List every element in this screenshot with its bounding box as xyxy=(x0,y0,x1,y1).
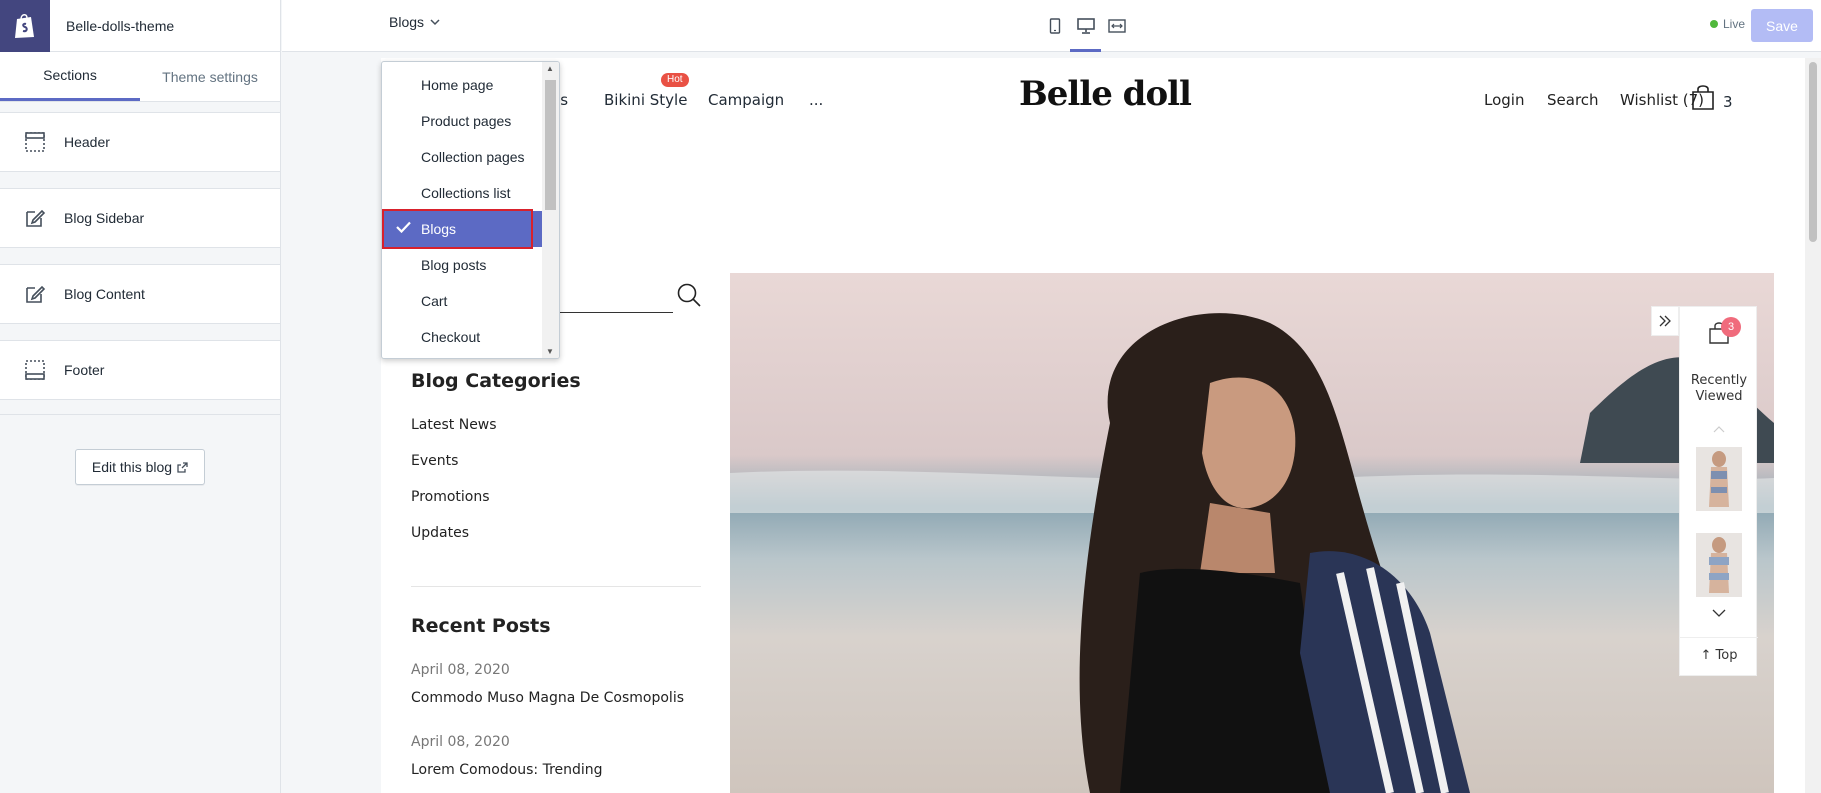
edit-blog-label: Edit this blog xyxy=(91,459,173,475)
tab-theme-settings[interactable]: Theme settings xyxy=(140,52,280,101)
tab-sections[interactable]: Sections xyxy=(0,52,140,101)
category-link[interactable]: Updates xyxy=(411,525,469,541)
chevron-down-icon[interactable] xyxy=(1712,609,1726,618)
shopify-logo[interactable] xyxy=(0,0,50,52)
section-footer[interactable]: Footer xyxy=(0,340,280,400)
save-button[interactable]: Save xyxy=(1751,9,1813,42)
dropdown-option[interactable]: Checkout xyxy=(382,319,543,355)
dropdown-option[interactable]: Home page xyxy=(382,67,543,103)
status-label: Live xyxy=(1723,17,1746,31)
recently-viewed-title-line2: Viewed xyxy=(1695,389,1743,404)
post-title-link[interactable]: Commodo Muso Magna De Cosmopolis xyxy=(411,690,684,706)
double-chevron-right-icon xyxy=(1659,315,1671,327)
preview-scrollbar[interactable] xyxy=(1805,58,1821,793)
recently-viewed-title: Recently Viewed xyxy=(1680,373,1758,405)
recently-viewed-product-thumb[interactable] xyxy=(1696,447,1742,511)
header-layout-icon xyxy=(22,129,48,155)
blog-hero-image[interactable] xyxy=(730,273,1774,793)
hot-badge: Hot xyxy=(661,73,689,87)
recently-viewed-count-badge: 3 xyxy=(1721,317,1741,337)
nav-search[interactable]: Search xyxy=(1547,91,1599,109)
recent-posts-heading: Recent Posts xyxy=(411,615,551,637)
template-selected-label: Blogs xyxy=(389,14,425,30)
edit-icon xyxy=(22,205,48,231)
section-blog-content[interactable]: Blog Content xyxy=(0,264,280,324)
device-switcher xyxy=(1039,0,1132,52)
theme-name: Belle-dolls-theme xyxy=(66,17,175,34)
shopify-bag-icon xyxy=(15,13,34,38)
dropdown-option[interactable]: Collection pages xyxy=(382,139,543,175)
editor-topbar: Blogs Live Save xyxy=(282,0,1821,52)
cart-bag-icon[interactable] xyxy=(1691,84,1715,110)
top-label: Top xyxy=(1715,648,1738,663)
dropdown-option[interactable]: Collections list xyxy=(382,175,543,211)
store-logo[interactable]: Belle doll xyxy=(1019,74,1192,114)
section-label: Header xyxy=(64,134,110,150)
selection-highlight-box xyxy=(382,209,533,249)
full-width-view-button[interactable] xyxy=(1101,0,1132,52)
mobile-icon xyxy=(1049,18,1060,34)
category-link[interactable]: Promotions xyxy=(411,489,490,505)
nav-more[interactable]: ... xyxy=(809,91,823,109)
section-header[interactable]: Header xyxy=(0,112,280,172)
scroll-down-arrow-icon[interactable]: ▼ xyxy=(546,347,554,356)
scrollbar-thumb[interactable] xyxy=(1809,62,1817,242)
divider xyxy=(411,586,701,587)
status-dot xyxy=(1710,20,1718,28)
live-status: Live xyxy=(1710,17,1745,31)
chevron-down-icon xyxy=(430,19,440,26)
section-label: Blog Content xyxy=(64,286,145,302)
dropdown-scrollbar[interactable]: ▲ ▼ xyxy=(542,62,559,358)
category-link[interactable]: Latest News xyxy=(411,417,497,433)
edit-icon xyxy=(22,281,48,307)
expand-horizontal-icon xyxy=(1107,19,1126,33)
back-to-top-button[interactable]: ↑ Top xyxy=(1680,637,1758,663)
dropdown-option[interactable]: Cart xyxy=(382,283,543,319)
external-link-icon xyxy=(177,461,188,473)
recently-viewed-toggle[interactable] xyxy=(1651,306,1679,336)
divider xyxy=(0,414,280,415)
product-thumbnail xyxy=(1696,533,1742,597)
recently-viewed-product-thumb[interactable] xyxy=(1696,533,1742,597)
edit-this-blog-button[interactable]: Edit this blog xyxy=(75,449,205,485)
post-date: April 08, 2020 xyxy=(411,734,510,750)
dropdown-option[interactable]: Blog posts xyxy=(382,247,543,283)
product-thumbnail xyxy=(1696,447,1742,511)
blog-categories-heading: Blog Categories xyxy=(411,370,581,392)
beach-photo xyxy=(730,273,1774,793)
blog-search-input[interactable] xyxy=(551,312,673,313)
editor-sidebar: Belle-dolls-theme Sections Theme setting… xyxy=(0,0,281,793)
category-link[interactable]: Events xyxy=(411,453,458,469)
dropdown-option[interactable]: Product pages xyxy=(382,103,543,139)
dropdown-scrollbar-thumb[interactable] xyxy=(545,80,556,210)
recently-viewed-panel: 3 Recently Viewed ↑ Top xyxy=(1679,306,1758,676)
template-dropdown: Home page Product pages Collection pages… xyxy=(381,61,560,359)
search-icon[interactable] xyxy=(676,282,702,308)
recently-viewed-title-line1: Recently xyxy=(1690,373,1748,388)
post-date: April 08, 2020 xyxy=(411,662,510,678)
nav-link-bikini-style[interactable]: Bikini Style xyxy=(604,91,687,109)
desktop-icon xyxy=(1076,18,1095,34)
chevron-up-icon[interactable] xyxy=(1713,425,1725,433)
cart-count: 3 xyxy=(1723,93,1733,111)
desktop-view-button[interactable] xyxy=(1070,0,1101,52)
theme-preview: es Bikini Style Hot Campaign ... Belle d… xyxy=(381,58,1821,793)
template-selector[interactable]: Blogs xyxy=(389,14,440,30)
sidebar-header: Belle-dolls-theme xyxy=(0,0,280,52)
arrow-up-icon: ↑ xyxy=(1700,648,1712,663)
scroll-up-arrow-icon[interactable]: ▲ xyxy=(546,64,554,73)
section-blog-sidebar[interactable]: Blog Sidebar xyxy=(0,188,280,248)
sidebar-tabs: Sections Theme settings xyxy=(0,52,280,102)
section-label: Blog Sidebar xyxy=(64,210,145,226)
section-label: Footer xyxy=(64,362,105,378)
footer-layout-icon xyxy=(22,357,48,383)
nav-login[interactable]: Login xyxy=(1484,91,1524,109)
mobile-view-button[interactable] xyxy=(1039,0,1070,52)
nav-link-campaign[interactable]: Campaign xyxy=(708,91,784,109)
post-title-link[interactable]: Lorem Comodous: Trending xyxy=(411,762,603,778)
